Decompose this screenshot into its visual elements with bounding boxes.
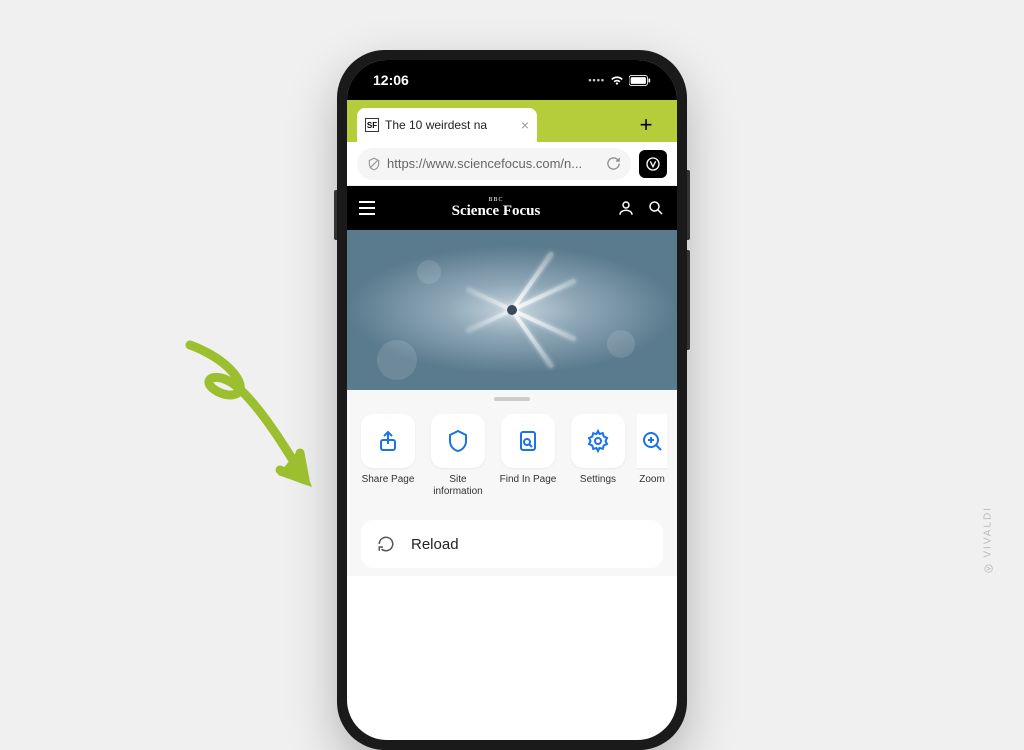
find-in-page-button[interactable]: Find In Page <box>497 414 559 498</box>
phone-button-right-2 <box>687 250 690 350</box>
close-tab-icon[interactable]: × <box>521 118 529 132</box>
share-icon <box>376 429 400 453</box>
address-bar: https://www.sciencefocus.com/n... <box>347 142 677 186</box>
user-icon[interactable] <box>617 199 635 217</box>
find-icon <box>516 429 540 453</box>
share-page-button[interactable]: Share Page <box>357 414 419 498</box>
reload-menu-item[interactable]: Reload <box>361 520 663 568</box>
phone-screen: 12:06 •••• SF The 10 weirdest na × + htt… <box>347 60 677 740</box>
phone-button-left <box>334 190 337 240</box>
browser-tab[interactable]: SF The 10 weirdest na × <box>357 108 537 142</box>
url-text: https://www.sciencefocus.com/n... <box>387 156 600 171</box>
tab-title: The 10 weirdest na <box>385 118 515 132</box>
signal-icon: •••• <box>588 75 605 85</box>
settings-button[interactable]: Settings <box>567 414 629 498</box>
url-field[interactable]: https://www.sciencefocus.com/n... <box>357 148 631 180</box>
shield-icon <box>446 429 470 453</box>
quick-actions-row[interactable]: Share Page Site information Find In Page… <box>347 408 677 512</box>
zoom-button[interactable]: Zoom <box>637 414 667 498</box>
vivaldi-watermark: VIVALDI <box>983 506 994 574</box>
site-information-button[interactable]: Site information <box>427 414 489 498</box>
tab-strip: SF The 10 weirdest na × + <box>347 100 677 142</box>
wifi-icon <box>610 73 624 87</box>
menu-section: Reload <box>347 512 677 576</box>
new-tab-button[interactable]: + <box>629 108 663 142</box>
tracker-blocker-icon <box>367 157 381 171</box>
phone-frame: 12:06 •••• SF The 10 weirdest na × + htt… <box>337 50 687 750</box>
tab-favicon: SF <box>365 118 379 132</box>
article-hero-image <box>347 230 677 390</box>
search-icon[interactable] <box>647 199 665 217</box>
reload-label: Reload <box>411 536 459 553</box>
sheet-drag-handle[interactable] <box>347 390 677 408</box>
pointer-arrow-annotation <box>160 335 340 505</box>
zoom-icon <box>640 429 664 453</box>
hamburger-icon[interactable] <box>359 201 375 215</box>
vivaldi-menu-button[interactable] <box>639 150 667 178</box>
reload-icon <box>377 535 395 553</box>
camera-notch <box>507 62 517 72</box>
site-header: BBC Science Focus <box>347 186 677 230</box>
reload-icon[interactable] <box>606 156 621 171</box>
status-indicators: •••• <box>588 73 651 87</box>
phone-button-right-1 <box>687 170 690 240</box>
gear-icon <box>586 429 610 453</box>
site-logo[interactable]: BBC Science Focus <box>387 197 605 220</box>
battery-icon <box>629 75 651 86</box>
status-time: 12:06 <box>373 72 409 88</box>
